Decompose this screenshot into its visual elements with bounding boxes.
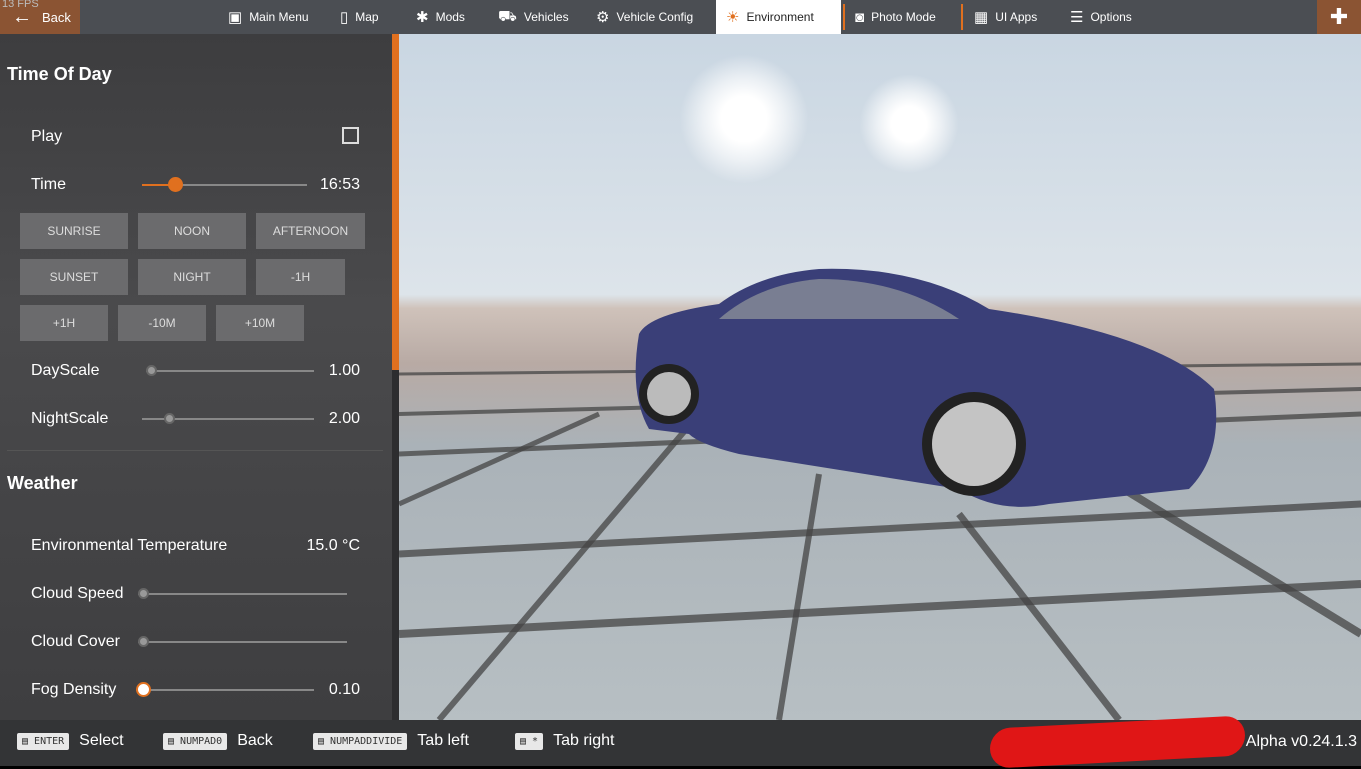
hint-select: ▤ ENTER Select [17, 732, 124, 750]
minus-1h-button[interactable]: -1H [256, 259, 345, 295]
map-icon: ▯ [340, 9, 349, 26]
dayscale-slider-knob[interactable] [146, 365, 157, 376]
top-navigation-bar: 13 FPS ← Back ▣ Main Menu ▯ Map ✱ Mods ⛟ Veh… [0, 0, 1361, 34]
nightscale-slider-knob[interactable] [164, 413, 175, 424]
add-app-button[interactable]: ✚ [1317, 0, 1361, 34]
tab-main-menu[interactable]: ▣ Main Menu [218, 0, 319, 34]
puzzle-icon: ✱ [416, 9, 429, 26]
cloud-speed-slider[interactable] [138, 588, 347, 599]
sliders-icon: ☰ [1070, 9, 1084, 26]
environment-panel: Time Of Day Play Time 16:53 SUNRISE NOON… [0, 34, 392, 720]
keyboard-key: ▤ ENTER [17, 732, 70, 750]
tab-ui-apps[interactable]: ▦ UI Apps [964, 0, 1047, 34]
dayscale-label: DayScale [31, 362, 100, 379]
ground-grid [399, 268, 1361, 720]
section-divider [7, 450, 383, 451]
tab-mods[interactable]: ✱ Mods [406, 0, 475, 34]
plus-10m-button[interactable]: +10M [216, 305, 304, 341]
back-button[interactable]: 13 FPS ← Back [0, 0, 80, 34]
nightscale-slider[interactable] [142, 413, 314, 424]
fps-counter: 13 FPS [2, 0, 39, 10]
plus-icon: ✚ [1329, 4, 1349, 29]
tab-separator [961, 4, 963, 30]
fog-density-knob[interactable] [136, 682, 151, 697]
scrollbar-thumb[interactable] [392, 34, 399, 370]
camera-icon: ◙ [855, 8, 865, 26]
keyboard-key: ▤ * [515, 732, 544, 750]
redacted-area [990, 715, 1245, 769]
fog-density-value: 0.10 [328, 681, 360, 698]
car-icon: ⛟ [498, 7, 517, 25]
tab-vehicles[interactable]: ⛟ Vehicles [488, 0, 579, 34]
3d-viewport[interactable] [399, 34, 1361, 720]
section-title-weather: Weather [7, 473, 78, 493]
time-label: Time [31, 176, 66, 193]
time-slider-knob[interactable] [168, 177, 183, 192]
hint-tab-right: ▤ * Tab right [515, 732, 614, 750]
sunrise-button[interactable]: SUNRISE [20, 213, 128, 249]
cloud-speed-label: Cloud Speed [31, 585, 124, 602]
panel-scrollbar[interactable] [392, 34, 399, 720]
tab-environment[interactable]: ☀ Environment [716, 0, 841, 34]
tab-options[interactable]: ☰ Options [1060, 0, 1142, 34]
noon-button[interactable]: NOON [138, 213, 246, 249]
main-menu-icon: ▣ [228, 9, 243, 26]
time-value: 16:53 [319, 176, 360, 193]
keyboard-key: ▤ NUMPADDIVIDE [313, 732, 408, 750]
keyboard-key: ▤ NUMPAD0 [163, 732, 228, 750]
nightscale-label: NightScale [31, 410, 109, 427]
dayscale-slider[interactable] [146, 365, 314, 376]
version-label: Alpha v0.24.1.3 [1245, 733, 1357, 750]
weather-icon: ☀ [726, 9, 740, 26]
night-button[interactable]: NIGHT [138, 259, 246, 295]
cloud-cover-label: Cloud Cover [31, 633, 120, 650]
cloud-cover-knob[interactable] [138, 636, 149, 647]
tab-photo-mode[interactable]: ◙ Photo Mode [845, 0, 946, 34]
tab-vehicle-config[interactable]: ⚙ Vehicle Config [586, 0, 703, 34]
temperature-label: Environmental Temperature [31, 537, 228, 554]
sunset-button[interactable]: SUNSET [20, 259, 128, 295]
afternoon-button[interactable]: AFTERNOON [256, 213, 365, 249]
play-label: Play [31, 128, 63, 145]
engine-icon: ⚙ [596, 9, 610, 26]
nightscale-value: 2.00 [328, 410, 360, 427]
section-title-time-of-day: Time Of Day [7, 64, 112, 84]
fog-density-slider[interactable] [136, 682, 314, 697]
temperature-value: 15.0 °C [306, 537, 360, 554]
play-checkbox[interactable] [342, 127, 359, 144]
hint-back: ▤ NUMPAD0 Back [163, 732, 273, 750]
cloud-speed-knob[interactable] [138, 588, 149, 599]
time-slider[interactable] [142, 177, 307, 192]
ui-apps-icon: ▦ [974, 9, 989, 26]
car [635, 268, 1217, 507]
plus-1h-button[interactable]: +1H [20, 305, 108, 341]
cloud-cover-slider[interactable] [138, 636, 347, 647]
bottom-hint-bar: ▤ ENTER Select ▤ NUMPAD0 Back ▤ NUMPADDIVI… [0, 715, 1361, 769]
tab-map[interactable]: ▯ Map [330, 0, 389, 34]
dayscale-value: 1.00 [328, 362, 360, 379]
minus-10m-button[interactable]: -10M [118, 305, 206, 341]
fog-density-label: Fog Density [31, 681, 117, 698]
hint-tab-left: ▤ NUMPADDIVIDE Tab left [313, 732, 469, 750]
